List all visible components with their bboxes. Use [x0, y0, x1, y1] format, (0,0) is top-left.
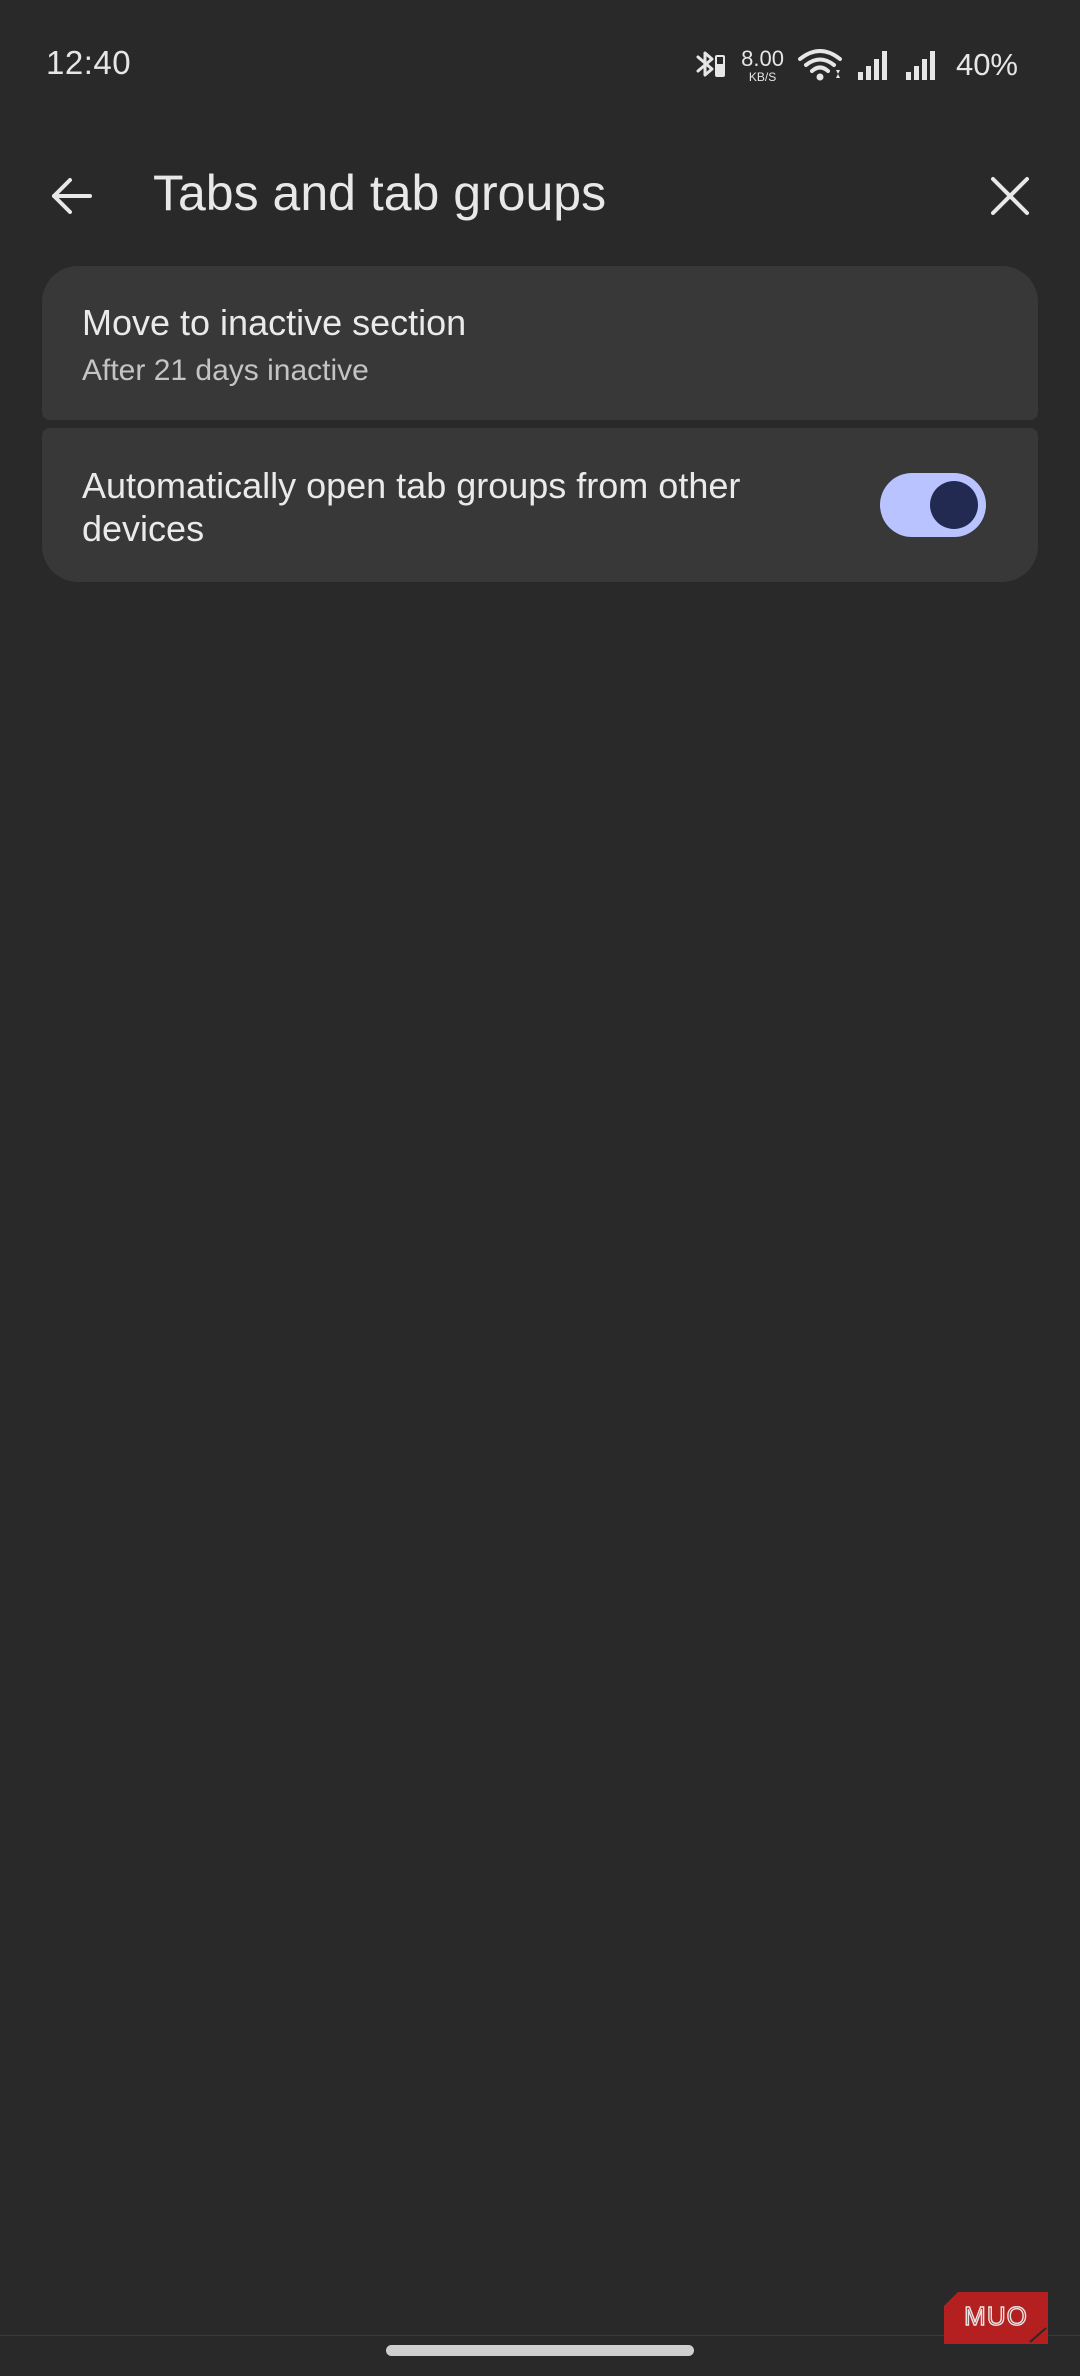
network-speed-unit: KB/S: [748, 69, 777, 84]
page-title: Tabs and tab groups: [153, 165, 607, 221]
auto-open-tab-groups-label: Automatically open tab groups from other…: [82, 465, 741, 549]
bluetooth-icon: [693, 47, 727, 83]
wifi-icon: [797, 48, 842, 82]
top-app-bar: Tabs and tab groups: [0, 140, 1080, 250]
inactive-section-title: Move to inactive section: [82, 302, 467, 343]
gesture-nav-handle[interactable]: [386, 2345, 694, 2356]
arrow-back-icon: [50, 174, 94, 223]
muo-watermark-logo: MUO: [944, 2290, 1048, 2344]
network-speed-value: 8.00: [741, 45, 784, 71]
status-icons: 8.00 KB/S 40%: [693, 40, 1018, 90]
battery-percent: 40%: [955, 47, 1018, 82]
inactive-section-summary: After 21 days inactive: [82, 354, 369, 387]
bottom-divider: [0, 2335, 1080, 2336]
close-button[interactable]: [974, 162, 1046, 234]
auto-open-tab-groups-setting[interactable]: Automatically open tab groups from other…: [42, 428, 1038, 582]
inactive-section-setting[interactable]: Move to inactive section After 21 days i…: [42, 266, 1038, 420]
status-time: 12:40: [46, 44, 132, 81]
back-button[interactable]: [36, 162, 108, 234]
auto-open-tab-groups-switch[interactable]: [880, 473, 986, 537]
status-bar: 12:40 8.00 KB/S 40%: [0, 0, 1080, 128]
close-icon: [990, 176, 1030, 221]
svg-text:MUO: MUO: [964, 2301, 1028, 2331]
switch-knob: [930, 481, 978, 529]
signal-icon: [904, 48, 938, 82]
signal-icon: [856, 48, 890, 82]
network-speed: 8.00 KB/S: [741, 45, 784, 84]
